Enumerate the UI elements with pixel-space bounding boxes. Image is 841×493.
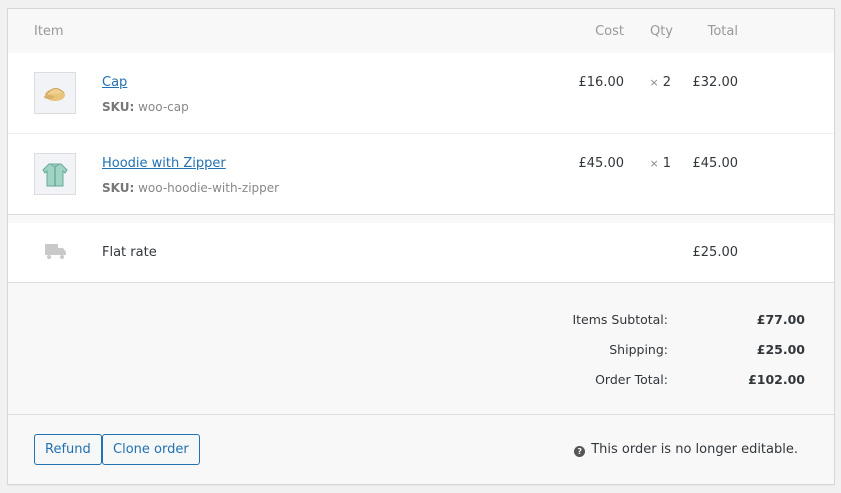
order-totals: Items Subtotal: £77.00 Shipping: £25.00 … bbox=[8, 282, 834, 414]
item-qty: × 1 bbox=[650, 156, 672, 171]
cap-icon bbox=[44, 88, 65, 101]
column-header-cost: Cost bbox=[595, 24, 624, 39]
item-cost: £16.00 bbox=[578, 75, 625, 90]
sku-text: SKU: woo-hoodie-with-zipper bbox=[102, 181, 279, 195]
sku-label: SKU: bbox=[102, 181, 135, 195]
product-link-cap[interactable]: Cap bbox=[102, 75, 127, 90]
not-editable-notice: ? This order is no longer editable. bbox=[574, 442, 798, 457]
row-divider bbox=[8, 133, 834, 134]
sku-value: woo-hoodie-with-zipper bbox=[138, 181, 280, 195]
item-total: £32.00 bbox=[692, 75, 739, 90]
shipping-method-label: Flat rate bbox=[102, 245, 157, 260]
column-header-total: Total bbox=[707, 24, 738, 39]
sku-value: woo-cap bbox=[138, 100, 189, 114]
order-total-value: £102.00 bbox=[748, 372, 805, 387]
item-cost: £45.00 bbox=[578, 156, 625, 171]
shipping-divider bbox=[8, 214, 834, 223]
shipping-total-label: Shipping: bbox=[609, 342, 668, 357]
refund-button[interactable]: Refund bbox=[34, 434, 102, 465]
qty-multiplier: × bbox=[649, 76, 659, 89]
item-total: £45.00 bbox=[692, 156, 739, 171]
qty-value: 2 bbox=[662, 75, 671, 90]
items-subtotal-label: Items Subtotal: bbox=[572, 312, 668, 327]
hoodie-thumbnail[interactable] bbox=[34, 153, 76, 195]
help-icon[interactable]: ? bbox=[574, 446, 586, 457]
qty-value: 1 bbox=[662, 156, 671, 171]
items-subtotal-value: £77.00 bbox=[756, 312, 805, 327]
items-table-header: Item Cost Qty Total bbox=[8, 9, 834, 53]
product-link-hoodie[interactable]: Hoodie with Zipper bbox=[102, 156, 226, 171]
notice-text: This order is no longer editable. bbox=[591, 442, 798, 457]
qty-multiplier: × bbox=[649, 157, 659, 170]
item-qty: × 2 bbox=[650, 75, 672, 90]
shipping-total: £25.00 bbox=[692, 245, 739, 260]
order-actions-footer: Refund Clone order ? This order is no lon… bbox=[8, 414, 834, 484]
sku-text: SKU: woo-cap bbox=[102, 100, 189, 114]
column-header-qty: Qty bbox=[649, 24, 673, 39]
order-total-label: Order Total: bbox=[595, 372, 668, 387]
cap-thumbnail[interactable] bbox=[34, 72, 76, 114]
truck-icon bbox=[45, 244, 66, 259]
hoodie-icon bbox=[42, 163, 68, 187]
sku-label: SKU: bbox=[102, 100, 135, 114]
column-header-item: Item bbox=[34, 24, 64, 39]
order-items-panel: Item Cost Qty Total Cap SKU: woo-cap £16… bbox=[7, 8, 835, 485]
shipping-total-value: £25.00 bbox=[756, 342, 805, 357]
clone-order-button[interactable]: Clone order bbox=[102, 434, 200, 465]
